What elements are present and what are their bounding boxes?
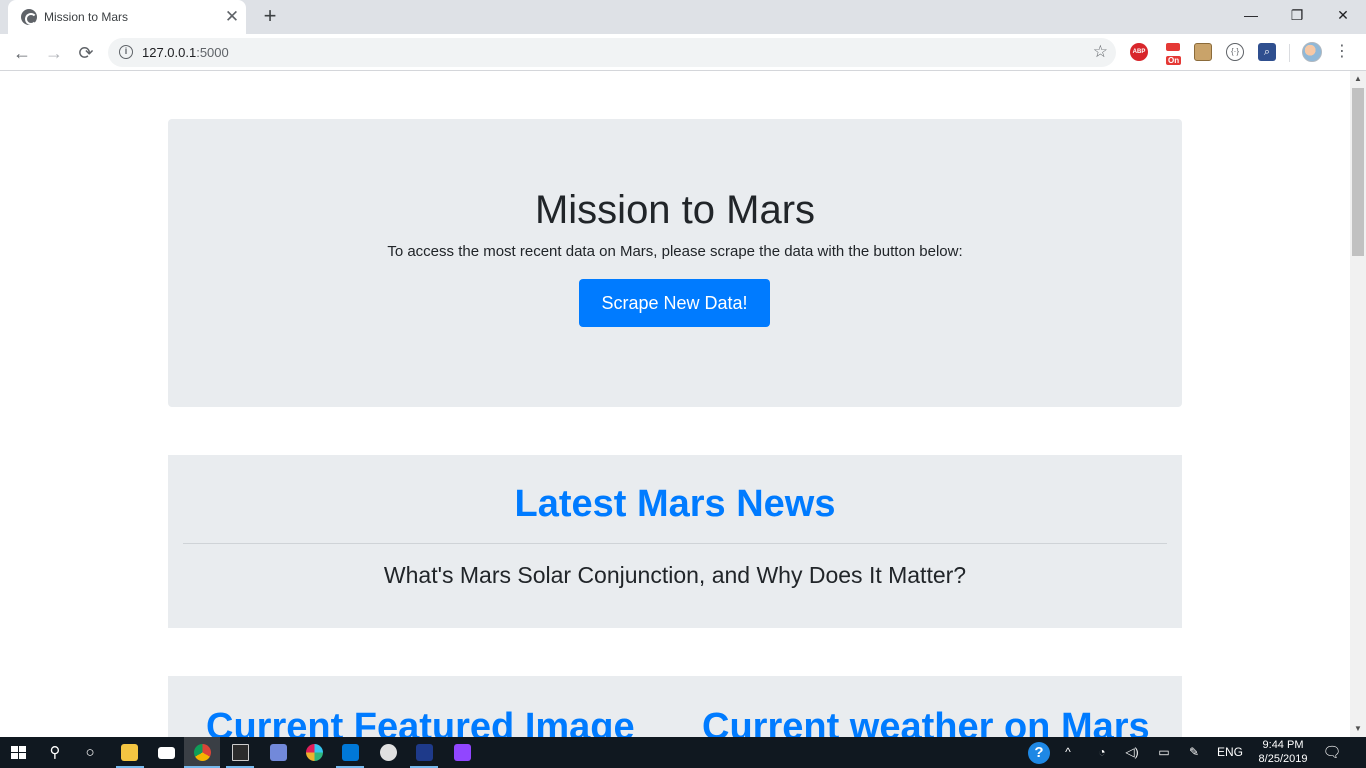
mail-icon[interactable] (148, 737, 184, 768)
palette-icon (380, 744, 397, 761)
jumbotron: Mission to Mars To access the most recen… (168, 119, 1182, 407)
tray-chevron-icon[interactable]: ^ (1058, 737, 1078, 768)
battery-icon[interactable]: ▭ (1154, 737, 1174, 768)
twitch-icon[interactable] (444, 737, 480, 768)
new-tab-button[interactable]: + (258, 5, 282, 29)
forward-button[interactable]: → (40, 39, 68, 67)
featured-weather-card: Current Featured Image Current weather o… (168, 676, 1182, 737)
cmd-icon (232, 744, 249, 761)
scroll-down-icon[interactable]: ▼ (1350, 721, 1366, 737)
browser-menu-icon[interactable]: ⋮ (1334, 39, 1350, 67)
divider (183, 543, 1167, 544)
weather-heading: Current weather on Mars (702, 706, 1150, 737)
vscode-icon[interactable] (332, 737, 368, 768)
twitch-logo-icon (454, 744, 471, 761)
app-logo-icon (416, 744, 433, 761)
scroll-thumb[interactable] (1352, 88, 1364, 256)
windows-logo-icon (11, 746, 26, 760)
cortana-icon[interactable]: ○ (72, 737, 108, 768)
pen-icon[interactable]: ✎ (1184, 737, 1204, 768)
toolbar-divider (1289, 44, 1290, 62)
react-app-icon[interactable] (406, 737, 442, 768)
extension-on-badge: On (1166, 56, 1182, 65)
featured-image-heading: Current Featured Image (206, 706, 635, 737)
globe-icon (21, 9, 37, 25)
minimize-button[interactable]: — (1228, 0, 1274, 30)
clock-time: 9:44 PM (1262, 739, 1304, 751)
vscode-logo-icon (342, 744, 359, 761)
restore-button[interactable]: ❐ (1274, 0, 1320, 30)
url-host: 127.0.0.1 (142, 45, 197, 60)
tab-title: Mission to Mars (44, 10, 129, 24)
paint-icon[interactable] (370, 737, 406, 768)
envelope-icon (158, 747, 175, 759)
url-port: :5000 (196, 45, 229, 60)
notification-icon[interactable]: 🗨 (1322, 743, 1342, 763)
chrome-icon (194, 744, 211, 761)
page-scrollbar[interactable]: ▲ ▼ (1350, 71, 1366, 737)
slack-logo-icon (306, 744, 323, 761)
news-card: Latest Mars News What's Mars Solar Conju… (168, 455, 1182, 628)
info-icon[interactable]: i (119, 45, 133, 59)
terminal-icon[interactable] (222, 737, 258, 768)
translate-glyph-icon (1166, 43, 1180, 51)
close-window-button[interactable]: ✕ (1320, 0, 1366, 30)
discord-icon[interactable] (260, 737, 296, 768)
taskbar-clock[interactable]: 9:44 PM 8/25/2019 (1248, 738, 1318, 766)
file-explorer-icon[interactable] (112, 737, 148, 768)
adblock-extension-icon[interactable]: ABP (1130, 43, 1148, 61)
address-bar[interactable]: i 127.0.0.1:5000 ☆ (108, 38, 1116, 67)
code-extension-icon[interactable]: {·} (1226, 43, 1244, 61)
url-text[interactable]: 127.0.0.1:5000 (142, 45, 229, 60)
box-extension-icon[interactable] (1194, 43, 1212, 61)
translate-on-extension-icon[interactable]: On (1164, 43, 1182, 65)
back-button[interactable]: ← (8, 39, 36, 67)
search-extension-icon[interactable]: ⌕ (1258, 43, 1276, 61)
page-viewport: Mission to Mars To access the most recen… (0, 71, 1350, 737)
start-button[interactable] (0, 737, 36, 768)
windows-taskbar: ⚲ ○ ? ^ ◔ ◁) ▭ ✎ ENG 9:44 PM 8/25/2019 🗨 (0, 737, 1366, 768)
help-icon[interactable]: ? (1028, 742, 1050, 764)
browser-tab[interactable]: Mission to Mars ✕ (8, 0, 246, 34)
folder-icon (121, 744, 138, 761)
browser-titlebar: Mission to Mars ✕ + — ❐ ✕ (0, 0, 1366, 34)
chrome-taskbar-icon[interactable] (184, 737, 220, 768)
clock-date: 8/25/2019 (1258, 753, 1308, 765)
news-title: What's Mars Solar Conjunction, and Why D… (383, 562, 967, 588)
search-icon[interactable]: ⚲ (37, 737, 73, 768)
bookmark-star-icon[interactable]: ☆ (1093, 42, 1108, 62)
scroll-up-icon[interactable]: ▲ (1350, 71, 1366, 87)
lead-text: To access the most recent data on Mars, … (387, 243, 963, 260)
volume-icon[interactable]: ◁) (1122, 737, 1142, 768)
discord-logo-icon (270, 744, 287, 761)
slack-icon[interactable] (296, 737, 332, 768)
reload-button[interactable]: ⟳ (72, 39, 100, 67)
browser-toolbar: ← → ⟳ i 127.0.0.1:5000 ☆ ABP On {·} ⌕ ⋮ (0, 34, 1366, 71)
wifi-icon[interactable]: ◔ (1092, 737, 1112, 768)
news-heading: Latest Mars News (514, 483, 836, 525)
scrape-button[interactable]: Scrape New Data! (579, 279, 770, 327)
profile-avatar[interactable] (1302, 42, 1322, 62)
tab-close-icon[interactable]: ✕ (222, 7, 242, 27)
page-title: Mission to Mars (534, 188, 816, 232)
language-indicator[interactable]: ENG (1214, 737, 1246, 768)
